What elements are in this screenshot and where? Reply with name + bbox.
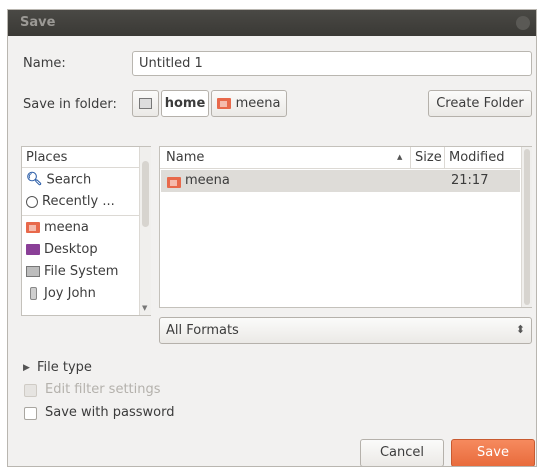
save-password-label: Save with password <box>45 405 175 420</box>
path-crumb-home-label: home <box>164 96 206 111</box>
files-scroll-thumb[interactable] <box>524 149 530 305</box>
name-field-value: Untitled 1 <box>139 56 203 71</box>
edit-filter-checkbox[interactable] <box>24 384 37 397</box>
name-field[interactable]: Untitled 1 <box>132 51 532 76</box>
file-row[interactable]: meena 21:17 <box>161 170 520 192</box>
desktop-icon <box>26 244 40 255</box>
format-filter-value: All Formats <box>166 323 239 338</box>
save-in-folder-label: Save in folder: <box>23 97 117 112</box>
drive-icon <box>26 266 40 277</box>
path-crumb-meena[interactable]: meena <box>211 90 287 117</box>
recent-icon <box>26 195 38 208</box>
sort-up-icon: ▲ <box>397 153 403 161</box>
name-label: Name: <box>23 56 66 71</box>
cancel-label: Cancel <box>379 445 425 460</box>
files-pane: Name ▲ Size Modified meena 21:17 <box>159 146 532 308</box>
places-pane: Places 🔍︎ Search Recently ... meena Deskt… <box>21 146 151 316</box>
save-button[interactable]: Save <box>451 439 535 466</box>
edit-filter-label: Edit filter settings <box>45 382 161 397</box>
usb-drive-icon <box>30 287 37 300</box>
column-modified-label: Modified <box>449 150 505 165</box>
places-item-joy-john[interactable]: Joy John <box>26 283 96 305</box>
places-header[interactable]: Places <box>22 147 139 168</box>
path-crumb-home[interactable]: home <box>161 90 209 117</box>
select-arrows-icon: ⬍ <box>515 323 525 336</box>
places-scroll-thumb[interactable] <box>142 161 149 227</box>
column-name-label: Name <box>166 150 205 165</box>
path-crumb-meena-label: meena <box>235 96 281 111</box>
files-header: Name ▲ Size Modified <box>160 147 521 169</box>
window-title: Save <box>20 15 56 30</box>
places-scrollbar[interactable]: ▼ <box>139 147 151 315</box>
column-modified-header[interactable]: Modified <box>445 147 521 168</box>
search-icon: 🔍︎ <box>26 172 43 187</box>
create-folder-label: Create Folder <box>436 96 524 111</box>
title-bar: Save <box>8 10 536 36</box>
save-label: Save <box>477 445 509 460</box>
chevron-down-icon[interactable]: ▼ <box>142 304 147 312</box>
format-filter-select[interactable]: All Formats ⬍ <box>159 317 532 344</box>
column-name-header[interactable]: Name ▲ <box>160 147 411 168</box>
create-folder-button[interactable]: Create Folder <box>428 90 532 117</box>
folder-icon <box>167 177 181 188</box>
file-row-name: meena <box>185 173 230 188</box>
save-password-checkbox[interactable] <box>24 407 37 420</box>
cancel-button[interactable]: Cancel <box>360 439 444 466</box>
expander-arrow-icon: ▶ <box>23 363 30 373</box>
file-row-modified: 21:17 <box>451 173 489 188</box>
drive-icon <box>139 98 152 109</box>
places-item-recent[interactable]: Recently ... <box>26 191 115 213</box>
column-size-header[interactable]: Size <box>411 147 445 168</box>
files-scrollbar[interactable] <box>521 147 532 307</box>
home-folder-icon <box>217 98 232 109</box>
places-item-file-system[interactable]: File System <box>26 261 118 283</box>
path-root-button[interactable] <box>132 90 159 117</box>
places-header-label: Places <box>26 150 68 165</box>
places-item-search[interactable]: 🔍︎ Search <box>26 169 91 191</box>
places-separator <box>22 215 139 216</box>
close-icon[interactable] <box>516 16 530 30</box>
file-type-label: File type <box>37 360 92 375</box>
home-folder-icon <box>26 222 40 233</box>
places-item-desktop[interactable]: Desktop <box>26 239 98 261</box>
column-size-label: Size <box>415 150 442 165</box>
save-dialog: Save Name: Untitled 1 Save in folder: ho… <box>7 9 537 467</box>
places-item-meena[interactable]: meena <box>26 217 89 239</box>
